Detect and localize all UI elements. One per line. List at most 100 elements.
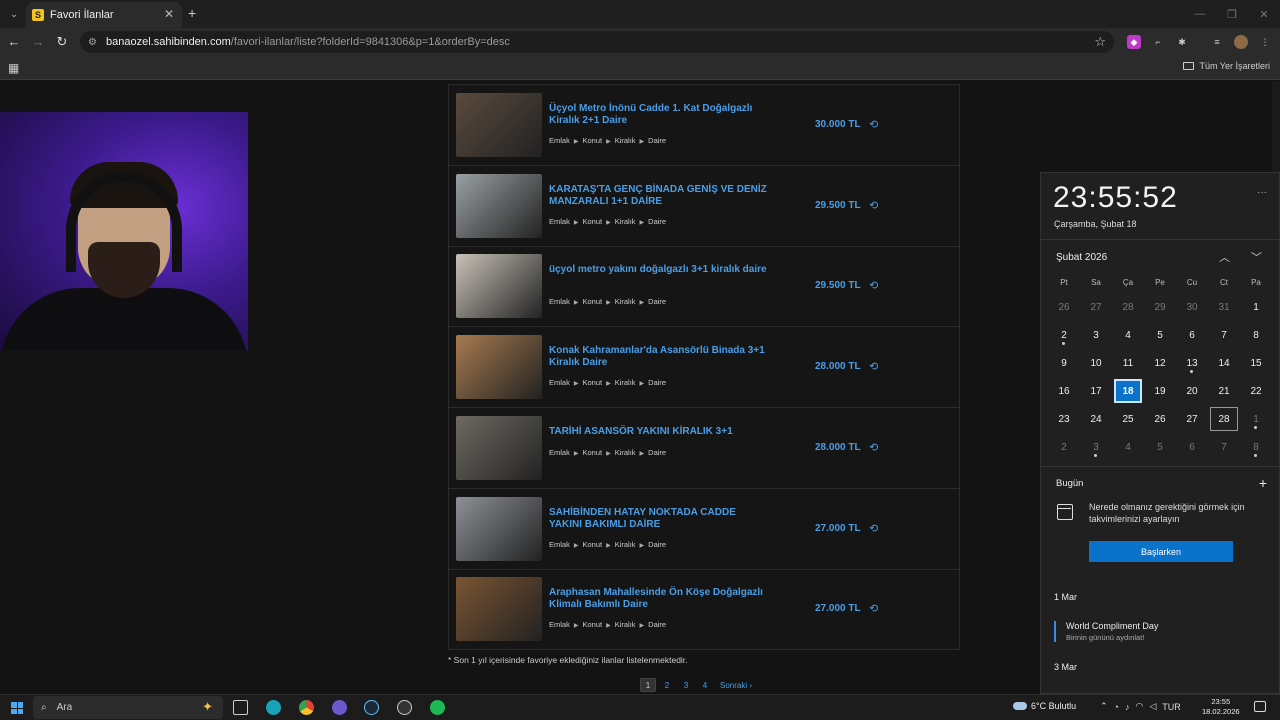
volume-icon[interactable]: ◁ [1149,701,1156,712]
calendar-day[interactable]: 3 [1082,435,1110,459]
breadcrumb-item[interactable]: Emlak [549,620,570,629]
calendar-day[interactable]: 9 [1050,351,1078,375]
breadcrumb-item[interactable]: Daire [648,217,666,226]
page-3[interactable]: 3 [678,678,694,692]
breadcrumb-item[interactable]: Konut [582,540,602,549]
calendar-day[interactable]: 6 [1178,323,1206,347]
breadcrumb-item[interactable]: Kiralık [615,378,636,387]
apps-grid-icon[interactable]: ▦ [8,61,19,75]
microphone-icon[interactable]: ♪ [1125,702,1130,712]
page-2[interactable]: 2 [659,678,675,692]
next-page-button[interactable]: Sonraki › [716,678,756,692]
breadcrumb-item[interactable]: Konut [582,448,602,457]
price-history-icon[interactable]: ⟲ [869,441,878,454]
site-info-icon[interactable]: ⚙ [88,37,100,48]
calendar-day[interactable]: 2 [1050,323,1078,347]
listing-thumbnail[interactable] [456,93,542,157]
page-1[interactable]: 1 [640,678,656,692]
discord-icon[interactable] [332,700,347,715]
calendar-day[interactable]: 18 [1114,379,1142,403]
breadcrumb-item[interactable]: Daire [648,620,666,629]
listing-row[interactable]: Üçyol Metro İnönü Cadde 1. Kat Doğalgazl… [449,85,959,166]
weather-widget[interactable]: 6°C Bulutlu [1013,701,1076,711]
event-item[interactable]: World Compliment Day Birinin gününü aydı… [1054,621,1158,642]
calendar-day[interactable]: 1 [1242,295,1270,319]
calendar-day[interactable]: 22 [1242,379,1270,403]
extension-icon[interactable]: ◆ [1127,35,1141,49]
calendar-day[interactable]: 21 [1210,379,1238,403]
tab-search-icon[interactable]: ⌄ [6,6,22,22]
breadcrumb-item[interactable]: Kiralık [615,136,636,145]
listing-row[interactable]: üçyol metro yakını doğalgazlı 3+1 kiralı… [449,246,959,328]
maximize-icon[interactable]: ❐ [1216,0,1248,28]
listing-title[interactable]: üçyol metro yakını doğalgazlı 3+1 kiralı… [549,264,769,276]
listing-row[interactable]: Konak Kahramanlar'da Asansörlü Binada 3+… [449,327,959,409]
tab-favorites[interactable]: S Favori İlanlar ✕ [26,2,182,28]
listing-title[interactable]: SAHİBİNDEN HATAY NOKTADA CADDE YAKINI BA… [549,507,769,531]
profile-avatar[interactable] [1234,35,1248,49]
breadcrumb-item[interactable]: Daire [648,448,666,457]
calendar-day[interactable]: 13 [1178,351,1206,375]
calendar-day[interactable]: 4 [1114,435,1142,459]
breadcrumb-item[interactable]: Emlak [549,378,570,387]
calendar-day[interactable]: 29 [1146,295,1174,319]
breadcrumb-item[interactable]: Emlak [549,297,570,306]
get-started-button[interactable]: Başlarken [1089,541,1233,562]
calendar-day[interactable]: 6 [1178,435,1206,459]
page-4[interactable]: 4 [697,678,713,692]
breadcrumb-item[interactable]: Konut [582,620,602,629]
listing-title[interactable]: KARATAŞ'TA GENÇ BİNADA GENİŞ VE DENİZ MA… [549,184,769,208]
listing-title[interactable]: TARİHİ ASANSÖR YAKINI KİRALIK 3+1 [549,426,769,438]
wifi-icon[interactable]: ◠ [1135,701,1143,712]
breadcrumb-item[interactable]: Kiralık [615,297,636,306]
bookmark-star-icon[interactable]: ☆ [1094,34,1106,50]
close-icon[interactable]: ✕ [164,7,174,21]
breadcrumb-item[interactable]: Emlak [549,448,570,457]
calendar-day[interactable]: 8 [1242,323,1270,347]
listing-title[interactable]: Üçyol Metro İnönü Cadde 1. Kat Doğalgazl… [549,103,769,127]
breadcrumb-item[interactable]: Kiralık [615,448,636,457]
calendar-day[interactable]: 17 [1082,379,1110,403]
calendar-day[interactable]: 11 [1114,351,1142,375]
listing-row[interactable]: SAHİBİNDEN HATAY NOKTADA CADDE YAKINI BA… [449,489,959,570]
obs-icon[interactable] [397,700,412,715]
tray-overflow-icon[interactable]: ⌃ [1100,701,1108,712]
listing-thumbnail[interactable] [456,254,542,319]
calendar-day[interactable]: 10 [1082,351,1110,375]
window-close-icon[interactable]: ✕ [1248,0,1280,28]
breadcrumb-item[interactable]: Konut [582,217,602,226]
breadcrumb-item[interactable]: Daire [648,540,666,549]
calendar-day[interactable]: 25 [1114,407,1142,431]
calendar-day[interactable]: 28 [1210,407,1238,431]
incognito-icon[interactable]: ⌐ [1151,35,1165,49]
calendar-day[interactable]: 23 [1050,407,1078,431]
calendar-day[interactable]: 28 [1114,295,1142,319]
app-icon[interactable] [266,700,281,715]
breadcrumb-item[interactable]: Konut [582,378,602,387]
breadcrumb-item[interactable]: Konut [582,297,602,306]
calendar-day[interactable]: 8 [1242,435,1270,459]
reload-icon[interactable]: ↻ [54,34,70,50]
network-icon[interactable]: ◔ [1114,702,1119,712]
all-bookmarks[interactable]: Tüm Yer İşaretleri [1183,61,1270,71]
calendar-day[interactable]: 5 [1146,435,1174,459]
reading-list-icon[interactable]: ≡ [1210,35,1224,49]
chevron-up-icon[interactable]: ︿ [1219,249,1230,265]
minimize-icon[interactable]: — [1184,0,1216,28]
listing-thumbnail[interactable] [456,496,542,561]
breadcrumb-item[interactable]: Kiralık [615,217,636,226]
calendar-month[interactable]: Şubat 2026 [1056,252,1107,263]
breadcrumb-item[interactable]: Emlak [549,540,570,549]
price-history-icon[interactable]: ⟲ [869,602,878,615]
price-history-icon[interactable]: ⟲ [869,118,878,131]
calendar-day[interactable]: 4 [1114,323,1142,347]
listing-thumbnail[interactable] [456,577,542,642]
taskbar-search[interactable]: ⌕ Ara ✦ [33,696,223,719]
windows-start-icon[interactable] [11,702,23,714]
breadcrumb-item[interactable]: Emlak [549,136,570,145]
add-event-icon[interactable]: + [1259,475,1267,491]
listing-title[interactable]: Konak Kahramanlar'da Asansörlü Binada 3+… [549,345,769,369]
breadcrumb-item[interactable]: Emlak [549,217,570,226]
taskbar-clock[interactable]: 23:55 18.02.2026 [1202,697,1240,717]
listing-thumbnail[interactable] [456,415,542,480]
